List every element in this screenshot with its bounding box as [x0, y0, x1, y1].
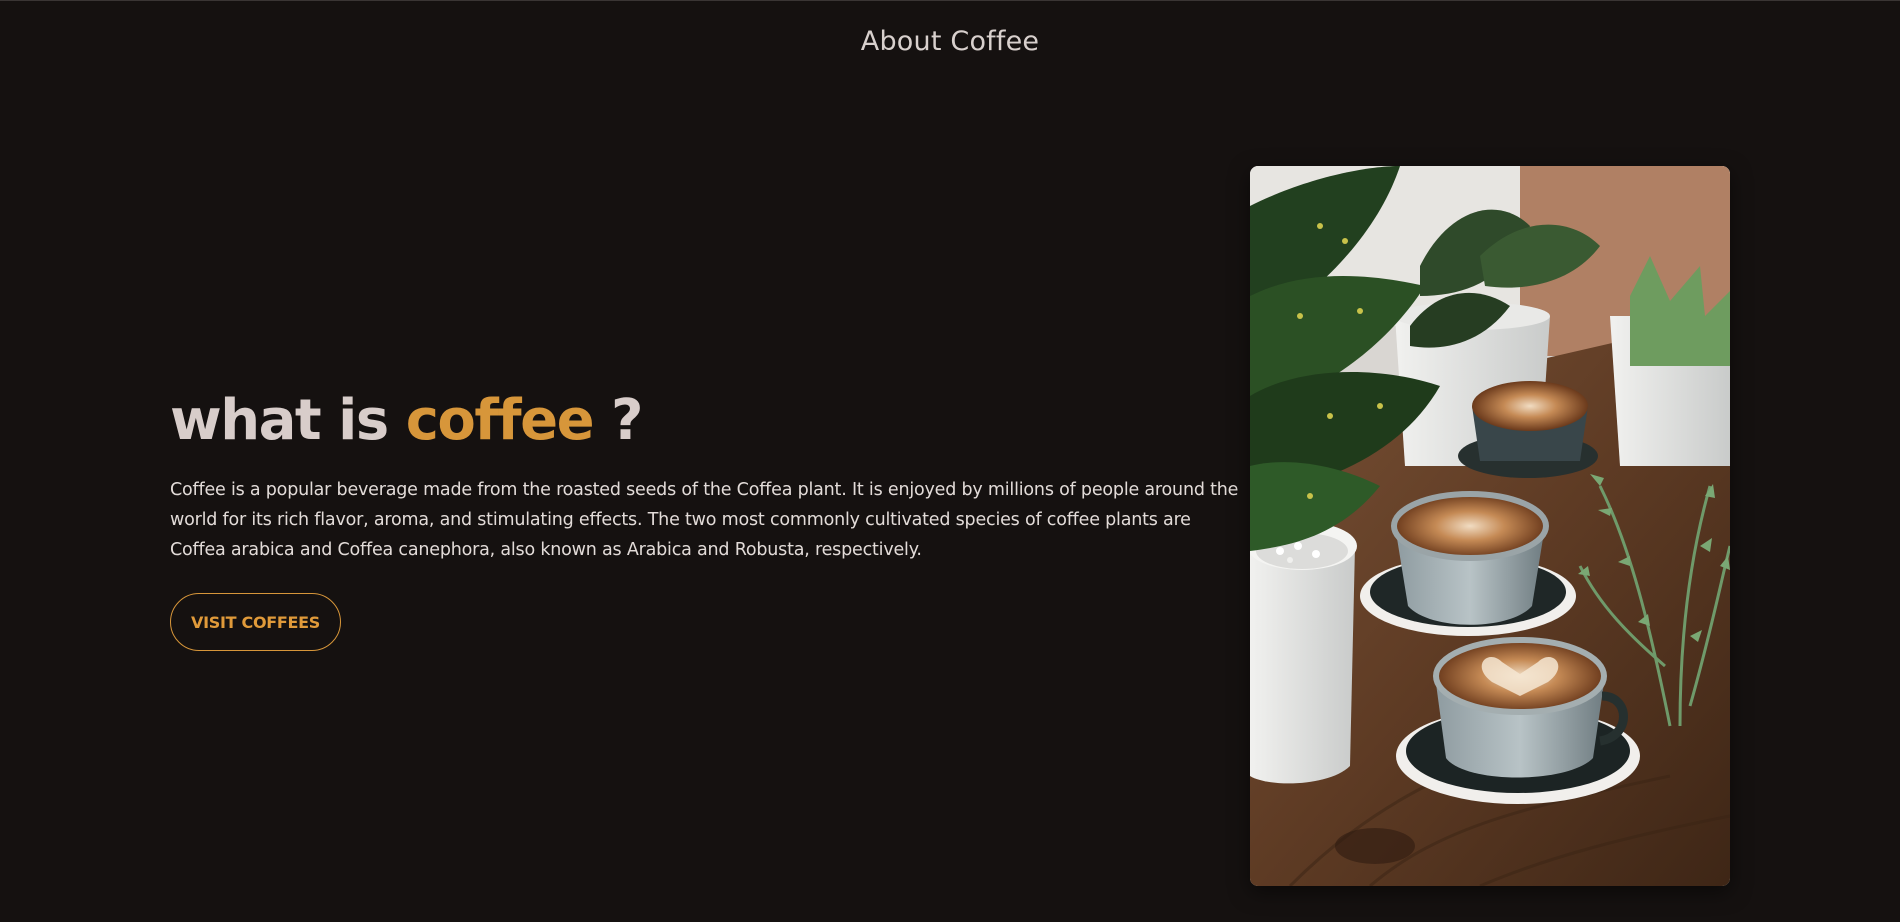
hero-description: Coffee is a popular beverage made from t… [170, 480, 1239, 560]
heading-suffix: ? [611, 388, 643, 453]
heading-prefix: what is [170, 388, 389, 453]
section-title: About Coffee [860, 26, 1040, 57]
visit-coffees-button[interactable]: VISIT COFFEES [170, 593, 341, 651]
about-coffee-page: About Coffee what is coffee ? Coffee is … [0, 0, 1900, 922]
coffee-cups-plants-image [1250, 166, 1730, 886]
hero-text-column: what is coffee ? Coffee is a popular bev… [170, 385, 1240, 651]
hero-heading: what is coffee ? [170, 385, 1240, 457]
coffee-photo [1250, 166, 1730, 886]
heading-accent-word: coffee [405, 388, 595, 453]
